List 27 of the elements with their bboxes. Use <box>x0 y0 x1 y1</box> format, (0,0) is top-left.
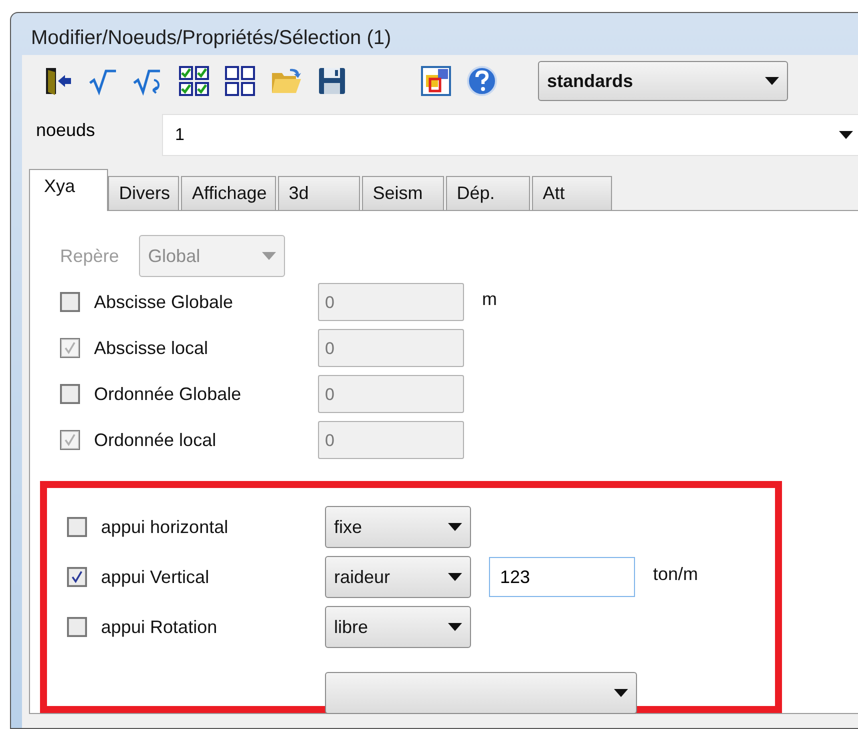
unit-label: m <box>482 288 497 310</box>
input-field[interactable]: 123 <box>489 557 635 597</box>
field-label: Repère <box>60 246 120 266</box>
tab[interactable]: Xya <box>29 169 108 211</box>
preset-dropdown[interactable]: standards <box>538 61 788 101</box>
checkbox-label: Abscisse local <box>94 338 210 358</box>
tab[interactable]: Affichage <box>181 176 276 210</box>
tab[interactable]: Divers <box>108 176 180 210</box>
checkbox-label: Ordonnée local <box>94 430 218 450</box>
checkbox-label: Abscisse Globale <box>94 292 234 312</box>
input-field[interactable]: 0 <box>318 375 464 413</box>
field-label: noeuds <box>35 120 96 140</box>
input-field[interactable]: 0 <box>318 283 464 321</box>
tab[interactable]: Att <box>532 176 612 210</box>
mode-dropdown[interactable]: libre <box>325 606 471 648</box>
tab[interactable]: Seism <box>362 176 444 210</box>
tab[interactable]: 3d <box>278 176 360 210</box>
checkbox-label: appui Rotation <box>101 616 218 638</box>
node-dropdown[interactable]: 1 <box>162 114 858 156</box>
mode-dropdown[interactable]: raideur <box>325 556 471 598</box>
window-title: Modifier/Noeuds/Propriétés/Sélection (1) <box>31 26 392 50</box>
tab[interactable]: Dép. <box>446 176 530 210</box>
checkbox-label: Ordonnée Globale <box>94 384 242 404</box>
checkbox-label: appui horizontal <box>101 516 230 538</box>
unit-label: ton/m <box>653 564 698 584</box>
mode-dropdown[interactable]: fixe <box>325 506 471 548</box>
checkbox-label: appui Vertical <box>101 566 210 588</box>
